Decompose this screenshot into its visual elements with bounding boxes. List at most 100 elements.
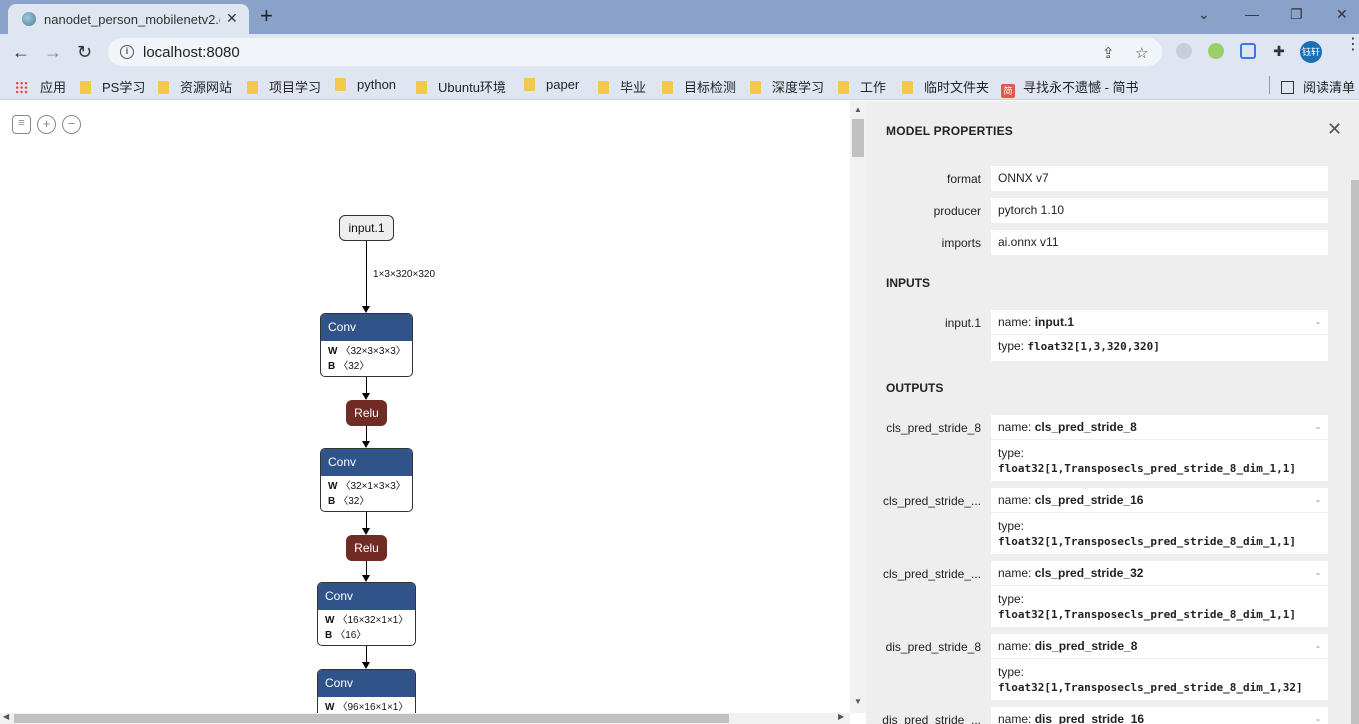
- browser-menu-icon[interactable]: ⋮: [1345, 37, 1359, 53]
- tab-title: nanodet_person_mobilenetv2.onnx: [44, 12, 220, 27]
- graph-edge: [366, 377, 367, 394]
- node-op-label: Conv: [321, 314, 412, 341]
- bookmark-folder[interactable]: 目标检测: [662, 77, 736, 96]
- argument-type: type: float32[1,Transposecls_pred_stride_…: [998, 665, 1303, 694]
- edge-shape-label: 1×3×320×320: [373, 269, 436, 280]
- bookmark-folder[interactable]: 项目学习: [247, 77, 321, 96]
- bookmark-folder[interactable]: PS学习: [80, 77, 145, 96]
- reload-icon[interactable]: ↻: [77, 41, 92, 63]
- extension-icon-2[interactable]: [1208, 43, 1224, 59]
- output-argument[interactable]: name: cls_pred_stride_32- type: float32[1…: [991, 561, 1328, 627]
- node-op-label: Conv: [318, 583, 415, 610]
- expand-icon[interactable]: -: [1316, 310, 1320, 335]
- expand-icon[interactable]: -: [1316, 415, 1320, 440]
- window-close-icon[interactable]: ✕: [1336, 6, 1348, 23]
- sidebar-close-icon[interactable]: ✕: [1327, 119, 1342, 140]
- output-argument[interactable]: name: cls_pred_stride_8- type: float32[1,…: [991, 415, 1328, 481]
- expand-icon[interactable]: -: [1316, 561, 1320, 586]
- node-op-label: Conv: [318, 670, 415, 697]
- bookmark-folder[interactable]: 毕业: [598, 77, 646, 96]
- browser-tab[interactable]: nanodet_person_mobilenetv2.onnx ✕: [8, 4, 249, 34]
- conv-node[interactable]: Conv W 〈32×3×3×3〉 B 〈32〉: [320, 313, 413, 377]
- address-bar[interactable]: i localhost:8080 ⇪ ☆: [108, 38, 1162, 66]
- argument-type: type: float32[1,Transposecls_pred_stride_…: [998, 519, 1297, 548]
- scroll-up-icon[interactable]: ▲: [854, 105, 862, 114]
- zoom-in-icon[interactable]: +: [37, 115, 56, 134]
- argument-name: name: cls_pred_stride_16-: [991, 488, 1328, 513]
- output-label: cls_pred_stride_...: [882, 567, 981, 581]
- expand-icon[interactable]: -: [1316, 488, 1320, 513]
- conv-node[interactable]: Conv W 〈32×1×3×3〉 B 〈32〉: [320, 448, 413, 512]
- conv-node[interactable]: Conv W 〈96×16×1×1〉: [317, 669, 416, 713]
- jianshu-icon: 简: [1001, 84, 1015, 98]
- new-tab-button[interactable]: +: [260, 4, 273, 28]
- expand-icon[interactable]: -: [1316, 707, 1320, 724]
- graph-horizontal-scrollbar[interactable]: ◀ ▶: [0, 712, 850, 724]
- node-weight-attr: W 〈32×3×3×3〉: [328, 346, 406, 357]
- share-icon[interactable]: ⇪: [1102, 44, 1115, 62]
- graph-input-node[interactable]: input.1: [339, 215, 394, 241]
- back-icon[interactable]: ←: [12, 41, 30, 63]
- reading-list-button[interactable]: 阅读清单: [1281, 77, 1355, 96]
- restore-icon[interactable]: ❐: [1290, 6, 1303, 23]
- url-text: localhost:8080: [143, 44, 240, 61]
- tab-close-icon[interactable]: ✕: [226, 10, 238, 27]
- extensions-puzzle-icon[interactable]: ✚: [1271, 43, 1287, 59]
- folder-icon: [158, 81, 169, 94]
- folder-icon: [335, 78, 346, 91]
- output-argument[interactable]: name: dis_pred_stride_16-: [991, 707, 1328, 724]
- scroll-right-icon[interactable]: ▶: [838, 712, 844, 721]
- output-argument[interactable]: name: dis_pred_stride_8- type: float32[1,…: [991, 634, 1328, 700]
- relu-node[interactable]: Relu: [346, 400, 387, 426]
- bookmark-apps[interactable]: 应用: [15, 77, 66, 96]
- tab-search-icon[interactable]: ⌄: [1198, 6, 1210, 23]
- input-label: input.1: [944, 316, 981, 330]
- outputs-section-title: OUTPUTS: [886, 381, 944, 395]
- relu-node[interactable]: Relu: [346, 535, 387, 561]
- bookmark-folder[interactable]: 深度学习: [750, 77, 824, 96]
- output-label: cls_pred_stride_8: [886, 421, 981, 435]
- argument-name: name: input.1-: [991, 310, 1328, 335]
- sidebar-scrollbar-thumb[interactable]: [1351, 180, 1359, 724]
- scroll-thumb[interactable]: [852, 119, 864, 157]
- edge-arrowhead: [362, 306, 370, 313]
- reading-list-icon: [1281, 81, 1294, 94]
- scroll-thumb[interactable]: [14, 714, 729, 723]
- bookmark-folder[interactable]: 工作: [838, 77, 886, 96]
- extension-icon-3[interactable]: [1240, 43, 1256, 59]
- prop-value-imports: ai.onnx v11: [991, 230, 1328, 255]
- argument-type: type: float32[1,Transposecls_pred_stride_…: [998, 446, 1297, 475]
- folder-icon: [247, 81, 258, 94]
- site-info-icon[interactable]: i: [120, 45, 134, 59]
- bookmark-folder[interactable]: 资源网站: [158, 77, 232, 96]
- folder-icon: [80, 81, 91, 94]
- prop-label-producer: producer: [933, 204, 981, 218]
- profile-avatar[interactable]: 钰轩: [1300, 41, 1322, 63]
- bookmark-jianshu[interactable]: 简寻找永不遗憾 - 简书: [1001, 77, 1139, 98]
- scroll-down-icon[interactable]: ▼: [854, 697, 862, 706]
- argument-name: name: cls_pred_stride_8-: [991, 415, 1328, 440]
- model-properties-icon[interactable]: ≡: [12, 115, 31, 134]
- tab-strip: nanodet_person_mobilenetv2.onnx ✕ + ⌄ — …: [0, 0, 1359, 34]
- graph-vertical-scrollbar[interactable]: ▲ ▼: [850, 101, 866, 713]
- bookmark-folder[interactable]: python: [335, 77, 396, 92]
- minimize-icon[interactable]: —: [1245, 6, 1259, 22]
- prop-label-imports: imports: [941, 236, 981, 250]
- graph-edge: [366, 561, 367, 576]
- input-argument[interactable]: name: input.1- type: float32[1,3,320,320…: [991, 310, 1328, 361]
- expand-icon[interactable]: -: [1316, 634, 1320, 659]
- prop-value-producer: pytorch 1.10: [991, 198, 1328, 223]
- argument-name: name: cls_pred_stride_32-: [991, 561, 1328, 586]
- bookmark-folder[interactable]: Ubuntu环境: [416, 77, 506, 96]
- bookmark-folder[interactable]: 临时文件夹: [902, 77, 989, 96]
- conv-node[interactable]: Conv W 〈16×32×1×1〉 B 〈16〉: [317, 582, 416, 646]
- forward-icon[interactable]: →: [44, 41, 62, 63]
- bookmark-star-icon[interactable]: ☆: [1135, 44, 1148, 62]
- zoom-out-icon[interactable]: −: [62, 115, 81, 134]
- bookmark-folder[interactable]: paper: [524, 77, 579, 92]
- edge-arrowhead: [362, 662, 370, 669]
- extension-icon[interactable]: [1176, 43, 1192, 59]
- scroll-left-icon[interactable]: ◀: [3, 712, 9, 721]
- output-argument[interactable]: name: cls_pred_stride_16- type: float32[1…: [991, 488, 1328, 554]
- graph-canvas[interactable]: ≡ + − input.1 1×3×320×320 Conv W 〈32×3×3×…: [0, 101, 850, 713]
